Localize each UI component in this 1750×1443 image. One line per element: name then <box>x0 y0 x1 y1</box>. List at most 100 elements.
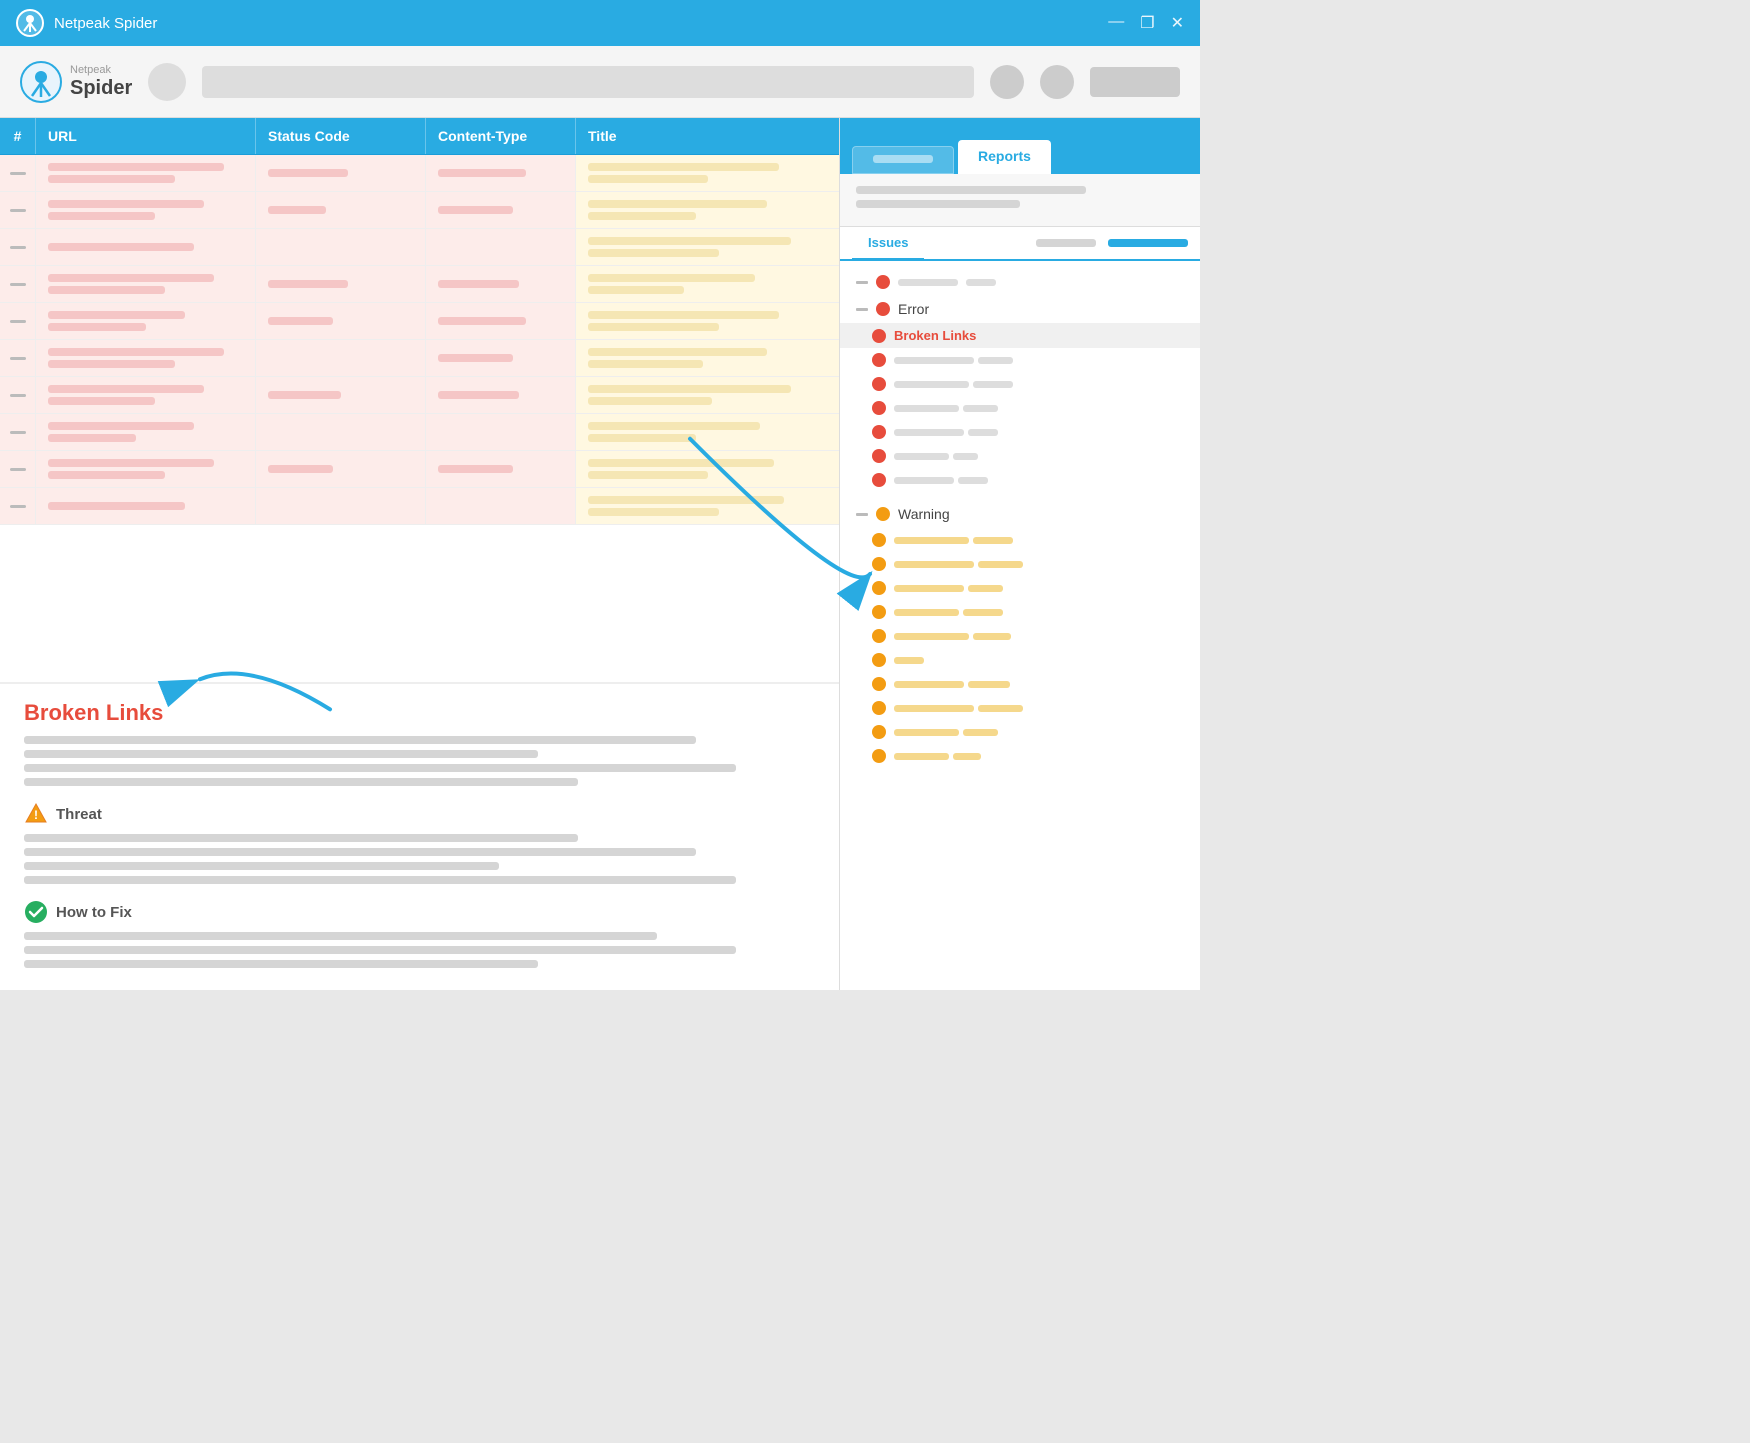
howtofix-label: How to Fix <box>56 904 132 921</box>
col-header-content[interactable]: Content-Type <box>426 118 576 154</box>
cell-status <box>256 229 426 265</box>
item-text <box>894 381 1184 388</box>
issue-item[interactable] <box>840 420 1200 444</box>
issue-item-warning[interactable] <box>840 744 1200 768</box>
desc-line-1 <box>24 736 696 744</box>
warning-label: Warning <box>898 506 950 522</box>
maximize-button[interactable]: ❐ <box>1140 13 1154 33</box>
item-text <box>894 453 1184 460</box>
issue-item[interactable] <box>840 372 1200 396</box>
warning-dot-icon <box>876 507 890 521</box>
issues-list: Error Broken Links <box>840 261 1200 776</box>
close-button[interactable]: ✕ <box>1171 13 1184 33</box>
cell-url <box>36 488 256 524</box>
issue-item-warning[interactable] <box>840 600 1200 624</box>
item-text <box>894 477 1184 484</box>
header-action-button[interactable] <box>1090 67 1180 97</box>
cell-num <box>0 414 36 450</box>
cell-content <box>426 192 576 228</box>
threat-desc-3 <box>24 862 499 870</box>
cell-num <box>0 155 36 191</box>
table-row[interactable] <box>0 192 839 229</box>
col-header-status[interactable]: Status Code <box>256 118 426 154</box>
header-url-bar[interactable] <box>202 66 974 98</box>
issue-item[interactable] <box>840 396 1200 420</box>
issue-item-warning[interactable] <box>840 720 1200 744</box>
right-tabs-header: Reports <box>840 118 1200 174</box>
issue-group-red-top <box>840 269 1200 295</box>
issue-item-warning[interactable] <box>840 528 1200 552</box>
desc-line-2 <box>24 750 538 758</box>
cell-url <box>36 155 256 191</box>
red-dot-icon <box>876 275 890 289</box>
cell-num <box>0 192 36 228</box>
cell-title <box>576 155 839 191</box>
cell-title <box>576 414 839 450</box>
logo-top: Netpeak <box>70 64 132 76</box>
cell-status <box>256 155 426 191</box>
header-action-circle-1[interactable] <box>990 65 1024 99</box>
dash-icon <box>856 281 868 284</box>
cell-num <box>0 488 36 524</box>
issue-item-warning[interactable] <box>840 576 1200 600</box>
table-row[interactable] <box>0 488 839 525</box>
minimize-button[interactable]: — <box>1108 13 1124 33</box>
cell-status <box>256 451 426 487</box>
content-area: # URL Status Code Content-Type Title <box>0 118 1200 990</box>
cell-content <box>426 414 576 450</box>
issue-item-warning[interactable] <box>840 696 1200 720</box>
cell-url <box>36 266 256 302</box>
col-header-url[interactable]: URL <box>36 118 256 154</box>
warning-item-dot-icon <box>872 581 886 595</box>
table-row[interactable] <box>0 229 839 266</box>
warning-item-dot-icon <box>872 653 886 667</box>
howtofix-desc-1 <box>24 932 657 940</box>
header-avatar <box>148 63 186 101</box>
cell-title <box>576 229 839 265</box>
app-title: Netpeak Spider <box>54 15 157 32</box>
issue-item-warning[interactable] <box>840 552 1200 576</box>
logo-area: Netpeak Spider <box>20 61 132 103</box>
cell-status <box>256 340 426 376</box>
tab-reports[interactable]: Reports <box>958 140 1051 174</box>
warning-item-dot-icon <box>872 629 886 643</box>
table-row[interactable] <box>0 266 839 303</box>
tab-issues[interactable]: Issues <box>852 227 924 261</box>
cell-url <box>36 340 256 376</box>
issue-item-warning[interactable] <box>840 624 1200 648</box>
cell-content <box>426 377 576 413</box>
item-text <box>894 429 1184 436</box>
header-action-circle-2[interactable] <box>1040 65 1074 99</box>
issue-item[interactable] <box>840 444 1200 468</box>
issue-item[interactable] <box>840 468 1200 492</box>
table-row[interactable] <box>0 303 839 340</box>
cell-content <box>426 340 576 376</box>
window-controls: — ❐ ✕ <box>1108 13 1184 33</box>
item-dot-icon <box>872 425 886 439</box>
logo-text: Netpeak Spider <box>70 64 132 98</box>
broken-links-dot-icon <box>872 329 886 343</box>
cell-content <box>426 451 576 487</box>
table-row[interactable] <box>0 377 839 414</box>
col-header-title[interactable]: Title <box>576 118 839 154</box>
issue-item-warning[interactable] <box>840 648 1200 672</box>
cell-url <box>36 192 256 228</box>
item-text <box>894 609 1184 616</box>
cell-title <box>576 340 839 376</box>
table-row[interactable] <box>0 414 839 451</box>
issue-item-broken-links[interactable]: Broken Links <box>840 323 1200 348</box>
issues-panel: Issues <box>840 227 1200 990</box>
tab-other[interactable] <box>852 146 954 174</box>
cell-num <box>0 377 36 413</box>
item-text <box>894 657 1184 664</box>
table-row[interactable] <box>0 340 839 377</box>
group-bar-2 <box>966 279 996 286</box>
cell-status <box>256 303 426 339</box>
item-text <box>894 633 1184 640</box>
cell-content <box>426 155 576 191</box>
cell-url <box>36 451 256 487</box>
table-row[interactable] <box>0 451 839 488</box>
issue-item[interactable] <box>840 348 1200 372</box>
issue-item-warning[interactable] <box>840 672 1200 696</box>
table-row[interactable] <box>0 155 839 192</box>
